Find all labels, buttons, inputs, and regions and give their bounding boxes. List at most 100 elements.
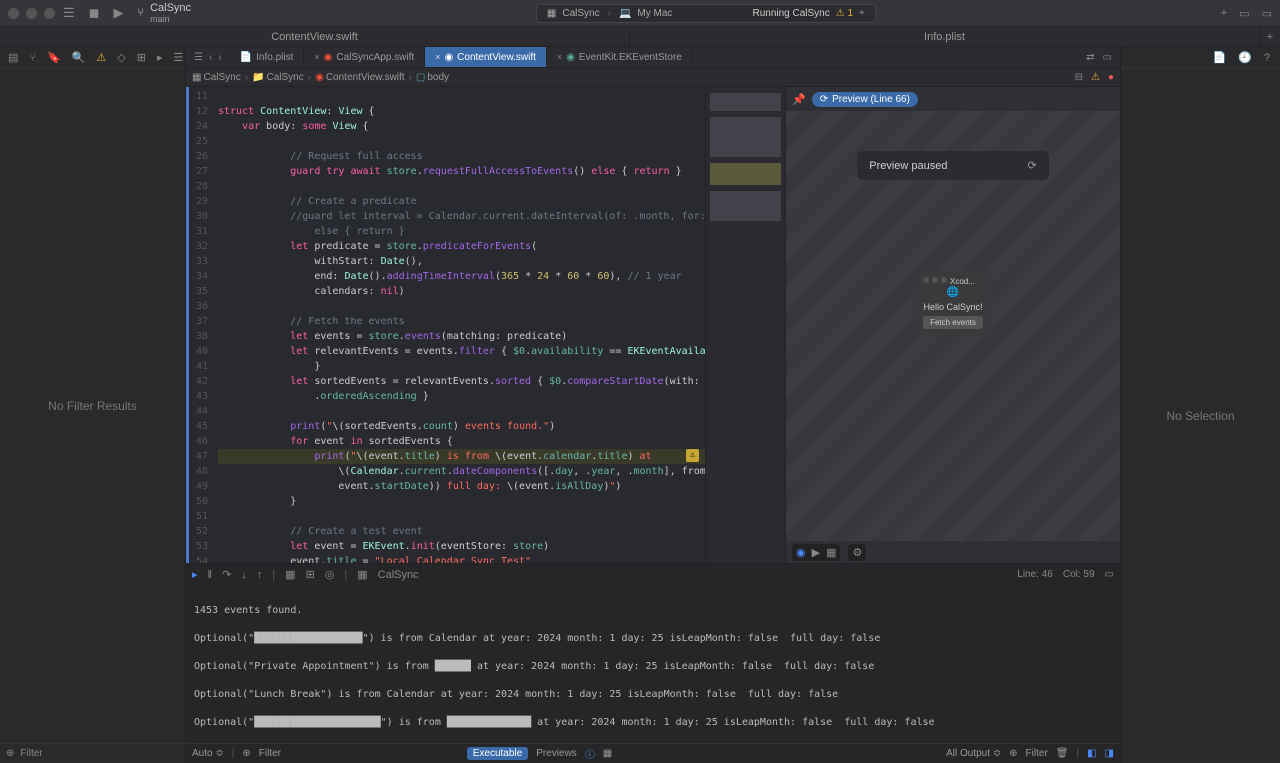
sidebar-toggle-icon[interactable]: ☰ (63, 5, 75, 21)
console-filter[interactable]: Filter (1026, 748, 1048, 759)
fetch-events-button[interactable]: Fetch events (923, 316, 983, 329)
back-icon[interactable]: ‹ (209, 52, 212, 63)
branch-name: main (150, 14, 191, 24)
swift-icon: ◉ (444, 52, 453, 63)
stop-icon[interactable]: ◼ (89, 5, 100, 21)
new-tab-button[interactable]: + (1260, 27, 1280, 46)
history-inspector-icon[interactable]: 🕘 (1238, 51, 1252, 64)
metadata-icon[interactable]: ⓘ (585, 746, 595, 761)
resume-icon[interactable]: ⟳ (1028, 159, 1037, 172)
app-icon: ▦ (192, 72, 201, 83)
breakpoint-nav-icon[interactable]: ▸ (157, 51, 163, 64)
project-nav-icon[interactable]: ▤ (8, 51, 18, 64)
step-into-icon[interactable]: ↓ (241, 569, 247, 581)
filter-icon[interactable]: ⊕ (6, 748, 14, 759)
debug-view-icon[interactable]: ▦ (285, 568, 295, 581)
code-editor[interactable]: 1112242526272829303132333435363738404142… (186, 87, 785, 563)
preview-paused-banner: Preview paused ⟳ (857, 151, 1049, 180)
inspector-toggle-icon[interactable]: ▭ (1262, 7, 1272, 20)
report-nav-icon[interactable]: ☰ (174, 51, 184, 64)
executable-pill[interactable]: Executable (467, 747, 528, 760)
app-icon: ▦ (357, 568, 367, 581)
warning-icon[interactable]: ⚠ (686, 449, 699, 462)
file-tab-active[interactable]: ×◉ContentView.swift (425, 47, 547, 67)
warning-indicator[interactable]: ⚠ (1091, 72, 1100, 83)
console-output[interactable]: 1453 events found. Optional("███████████… (186, 586, 1120, 743)
scheme-name: CalSync (150, 2, 191, 14)
swift-icon: ◉ (315, 72, 324, 83)
output-selector[interactable]: All Output ≎ (946, 748, 1001, 759)
add-icon[interactable]: + (1221, 7, 1227, 20)
library-icon[interactable]: ▭ (1239, 7, 1249, 20)
filter-input[interactable]: Filter (20, 748, 42, 759)
status-bar[interactable]: ▦ CalSync 💻 My Mac Running CalSync ⚠ 1 + (536, 4, 876, 23)
inspector-empty: No Selection (1121, 69, 1280, 763)
project-tab[interactable]: Info.plist (630, 27, 1260, 46)
file-tab[interactable]: 📄Info.plist (230, 47, 305, 67)
jump-bar[interactable]: ▦CalSync› 📁CalSync› ◉ContentView.swift› … (186, 68, 1120, 87)
refresh-icon: ⟳ (820, 94, 828, 105)
plist-icon: 📄 (240, 52, 252, 63)
source-nav-icon[interactable]: ⑂ (29, 52, 36, 64)
help-inspector-icon[interactable]: ? (1264, 52, 1270, 64)
gutter: 1112242526272829303132333435363738404142… (186, 87, 212, 563)
minimize-window[interactable] (26, 8, 37, 19)
pin-icon[interactable]: 📌 (792, 93, 806, 106)
step-out-icon[interactable]: ↑ (257, 569, 263, 581)
step-over-icon[interactable]: ↷ (222, 568, 231, 581)
variants-icon[interactable]: ▦ (826, 546, 836, 559)
file-inspector-icon[interactable]: 📄 (1212, 51, 1226, 64)
panel-left-icon[interactable]: ◧ (1087, 748, 1096, 759)
file-tab[interactable]: ×◉CalSyncApp.swift (304, 47, 425, 67)
scheme-selector[interactable]: ⑂ CalSync main (137, 2, 191, 24)
globe-icon: 🌐 (923, 287, 983, 298)
selectable-icon[interactable]: ▶ (812, 546, 820, 559)
debug-area: ▸ ‖ ↷ ↓ ↑ | ▦ ⊞ ◎ | ▦ CalSync Line: 46 C… (186, 563, 1120, 763)
trash-icon[interactable]: 🗑 (1056, 748, 1069, 759)
preview-button[interactable]: ⟳Preview (Line 66) (812, 92, 918, 107)
folder-icon: 📁 (252, 72, 264, 83)
error-indicator[interactable]: ● (1108, 72, 1114, 83)
variables-filter[interactable]: Filter (259, 748, 459, 759)
pause-icon[interactable]: ‖ (208, 569, 213, 581)
minimap[interactable] (705, 87, 785, 563)
device-settings-icon[interactable]: ⚙ (848, 544, 866, 561)
editor-layout-icon[interactable]: ▭ (1105, 569, 1114, 580)
plus-icon[interactable]: + (859, 8, 865, 19)
add-editor-icon[interactable]: ▭ (1103, 52, 1112, 63)
titlebar: ☰ ◼ ▶ ⑂ CalSync main ▦ CalSync 💻 My Mac … (0, 0, 1280, 27)
panel-right-icon[interactable]: ◨ (1105, 748, 1114, 759)
filter-icon[interactable]: ⊕ (1009, 748, 1017, 759)
debug-toggle-icon[interactable]: ▸ (192, 568, 198, 581)
project-tabs: ContentView.swift Info.plist + (0, 27, 1280, 47)
close-window[interactable] (8, 8, 19, 19)
file-tab[interactable]: ×◉EventKit.EKEventStore (547, 47, 693, 67)
bookmark-nav-icon[interactable]: 🔖 (47, 51, 61, 64)
issue-nav-icon[interactable]: ⚠ (96, 51, 106, 64)
env-icon[interactable]: ◎ (325, 568, 335, 581)
issues-icon[interactable]: ⊟ (1075, 72, 1083, 83)
navigator: ▤ ⑂ 🔖 🔍 ⚠ ◇ ⊞ ▸ ☰ No Filter Results ⊕ Fi… (0, 47, 186, 763)
target-device: My Mac (637, 8, 672, 19)
debug-nav-icon[interactable]: ⊞ (137, 51, 146, 64)
debug-target[interactable]: CalSync (378, 569, 419, 581)
find-nav-icon[interactable]: 🔍 (72, 51, 86, 64)
line-indicator: Line: 46 (1017, 569, 1053, 580)
clear-icon[interactable]: ▦ (603, 748, 612, 759)
related-items-icon[interactable]: ☰ (194, 52, 203, 63)
swift-icon: ◉ (324, 52, 333, 63)
test-nav-icon[interactable]: ◇ (117, 51, 125, 64)
warning-badge[interactable]: ⚠ 1 (836, 8, 853, 19)
forward-icon[interactable]: › (218, 52, 221, 63)
zoom-window[interactable] (44, 8, 55, 19)
memory-icon[interactable]: ⊞ (306, 568, 315, 581)
scope-selector[interactable]: Auto ≎ (192, 748, 224, 759)
filter-icon[interactable]: ⊕ (242, 748, 250, 759)
code-body[interactable]: struct ContentView: View { var body: som… (212, 87, 705, 563)
live-icon[interactable]: ◉ (796, 546, 806, 559)
project-tab[interactable]: ContentView.swift (0, 27, 630, 46)
header-icon: ◉ (566, 52, 575, 63)
run-icon[interactable]: ▶ (113, 5, 123, 21)
previews-tab[interactable]: Previews (536, 748, 577, 759)
adjust-editor-icon[interactable]: ⇄ (1086, 52, 1094, 63)
